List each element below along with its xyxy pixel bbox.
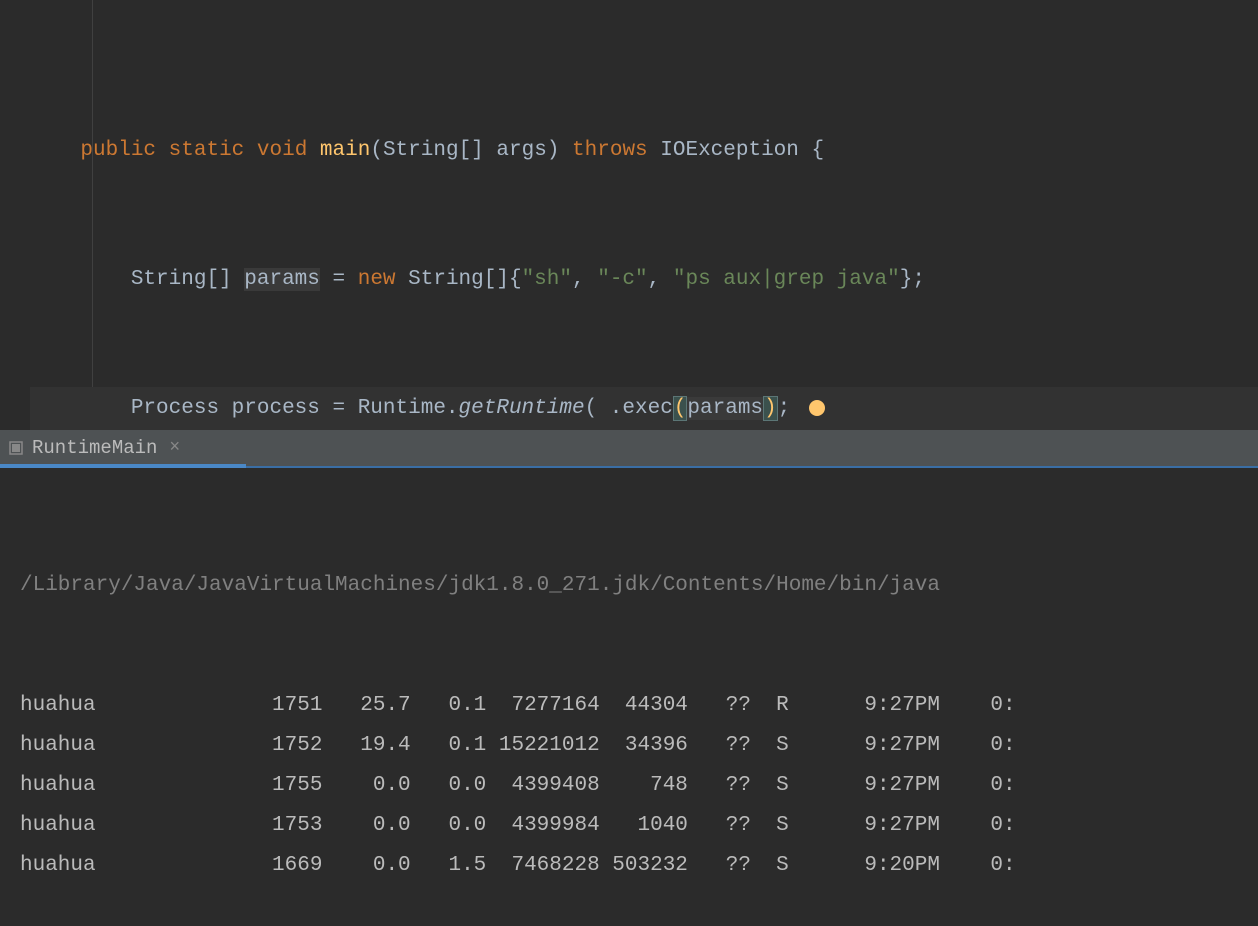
string-literal: "ps aux|grep java" [673, 268, 900, 291]
tool-window-tab-bar[interactable]: RuntimeMain × [0, 430, 1258, 468]
console-path-line: /Library/Java/JavaVirtualMachines/jdk1.8… [20, 566, 1258, 606]
console-output[interactable]: /Library/Java/JavaVirtualMachines/jdk1.8… [0, 468, 1258, 926]
console-output-line: huahua 1752 19.4 0.1 15221012 34396 ?? S… [20, 726, 1258, 766]
code-editor[interactable]: public static void main ( String[] args) t… [0, 0, 1258, 430]
var-args: args [496, 139, 546, 162]
paren-match: ( [673, 396, 688, 421]
paren-match: ) [763, 396, 778, 421]
type-string-array: String[] [131, 268, 232, 291]
type-ioexception: IOException [660, 139, 799, 162]
keyword-throws: throws [572, 139, 648, 162]
intention-bulb-icon[interactable] [809, 400, 825, 416]
console-output-line: huahua 1751 25.7 0.1 7277164 44304 ?? R … [20, 686, 1258, 726]
brace-open: { [812, 139, 825, 162]
var-params: params [244, 268, 320, 291]
close-tab-icon[interactable]: × [169, 438, 180, 458]
keyword-new: new [358, 268, 396, 291]
code-line[interactable]: String[] params = new String[]{"sh", "-c… [30, 258, 1258, 301]
var-process: process [232, 397, 320, 420]
keyword-void: void [257, 139, 307, 162]
string-literal: "sh" [522, 268, 572, 291]
class-runtime: Runtime [358, 397, 446, 420]
string-literal: "-c" [597, 268, 647, 291]
type-string-array: String[] [383, 139, 484, 162]
method-main: main [320, 139, 370, 162]
keyword-static: static [169, 139, 245, 162]
tool-window-tab-title[interactable]: RuntimeMain [32, 437, 157, 459]
console-output-line: huahua 1753 0.0 0.0 4399984 1040 ?? S 9:… [20, 806, 1258, 846]
code-line-current[interactable]: Process process = Runtime.getRuntime( .e… [30, 387, 1258, 430]
run-config-icon [8, 440, 24, 456]
keyword-public: public [80, 139, 156, 162]
method-exec: exec [622, 397, 672, 420]
active-tab-indicator [0, 464, 246, 468]
console-output-line: huahua 1669 0.0 1.5 7468228 503232 ?? S … [20, 846, 1258, 886]
console-output-line: huahua 1755 0.0 0.0 4399408 748 ?? S 9:2… [20, 766, 1258, 806]
var-params: params [687, 397, 763, 420]
method-getruntime: getRuntime [459, 397, 585, 420]
type-process: Process [131, 397, 219, 420]
code-line[interactable]: public static void main(String[] args) t… [30, 129, 1258, 172]
